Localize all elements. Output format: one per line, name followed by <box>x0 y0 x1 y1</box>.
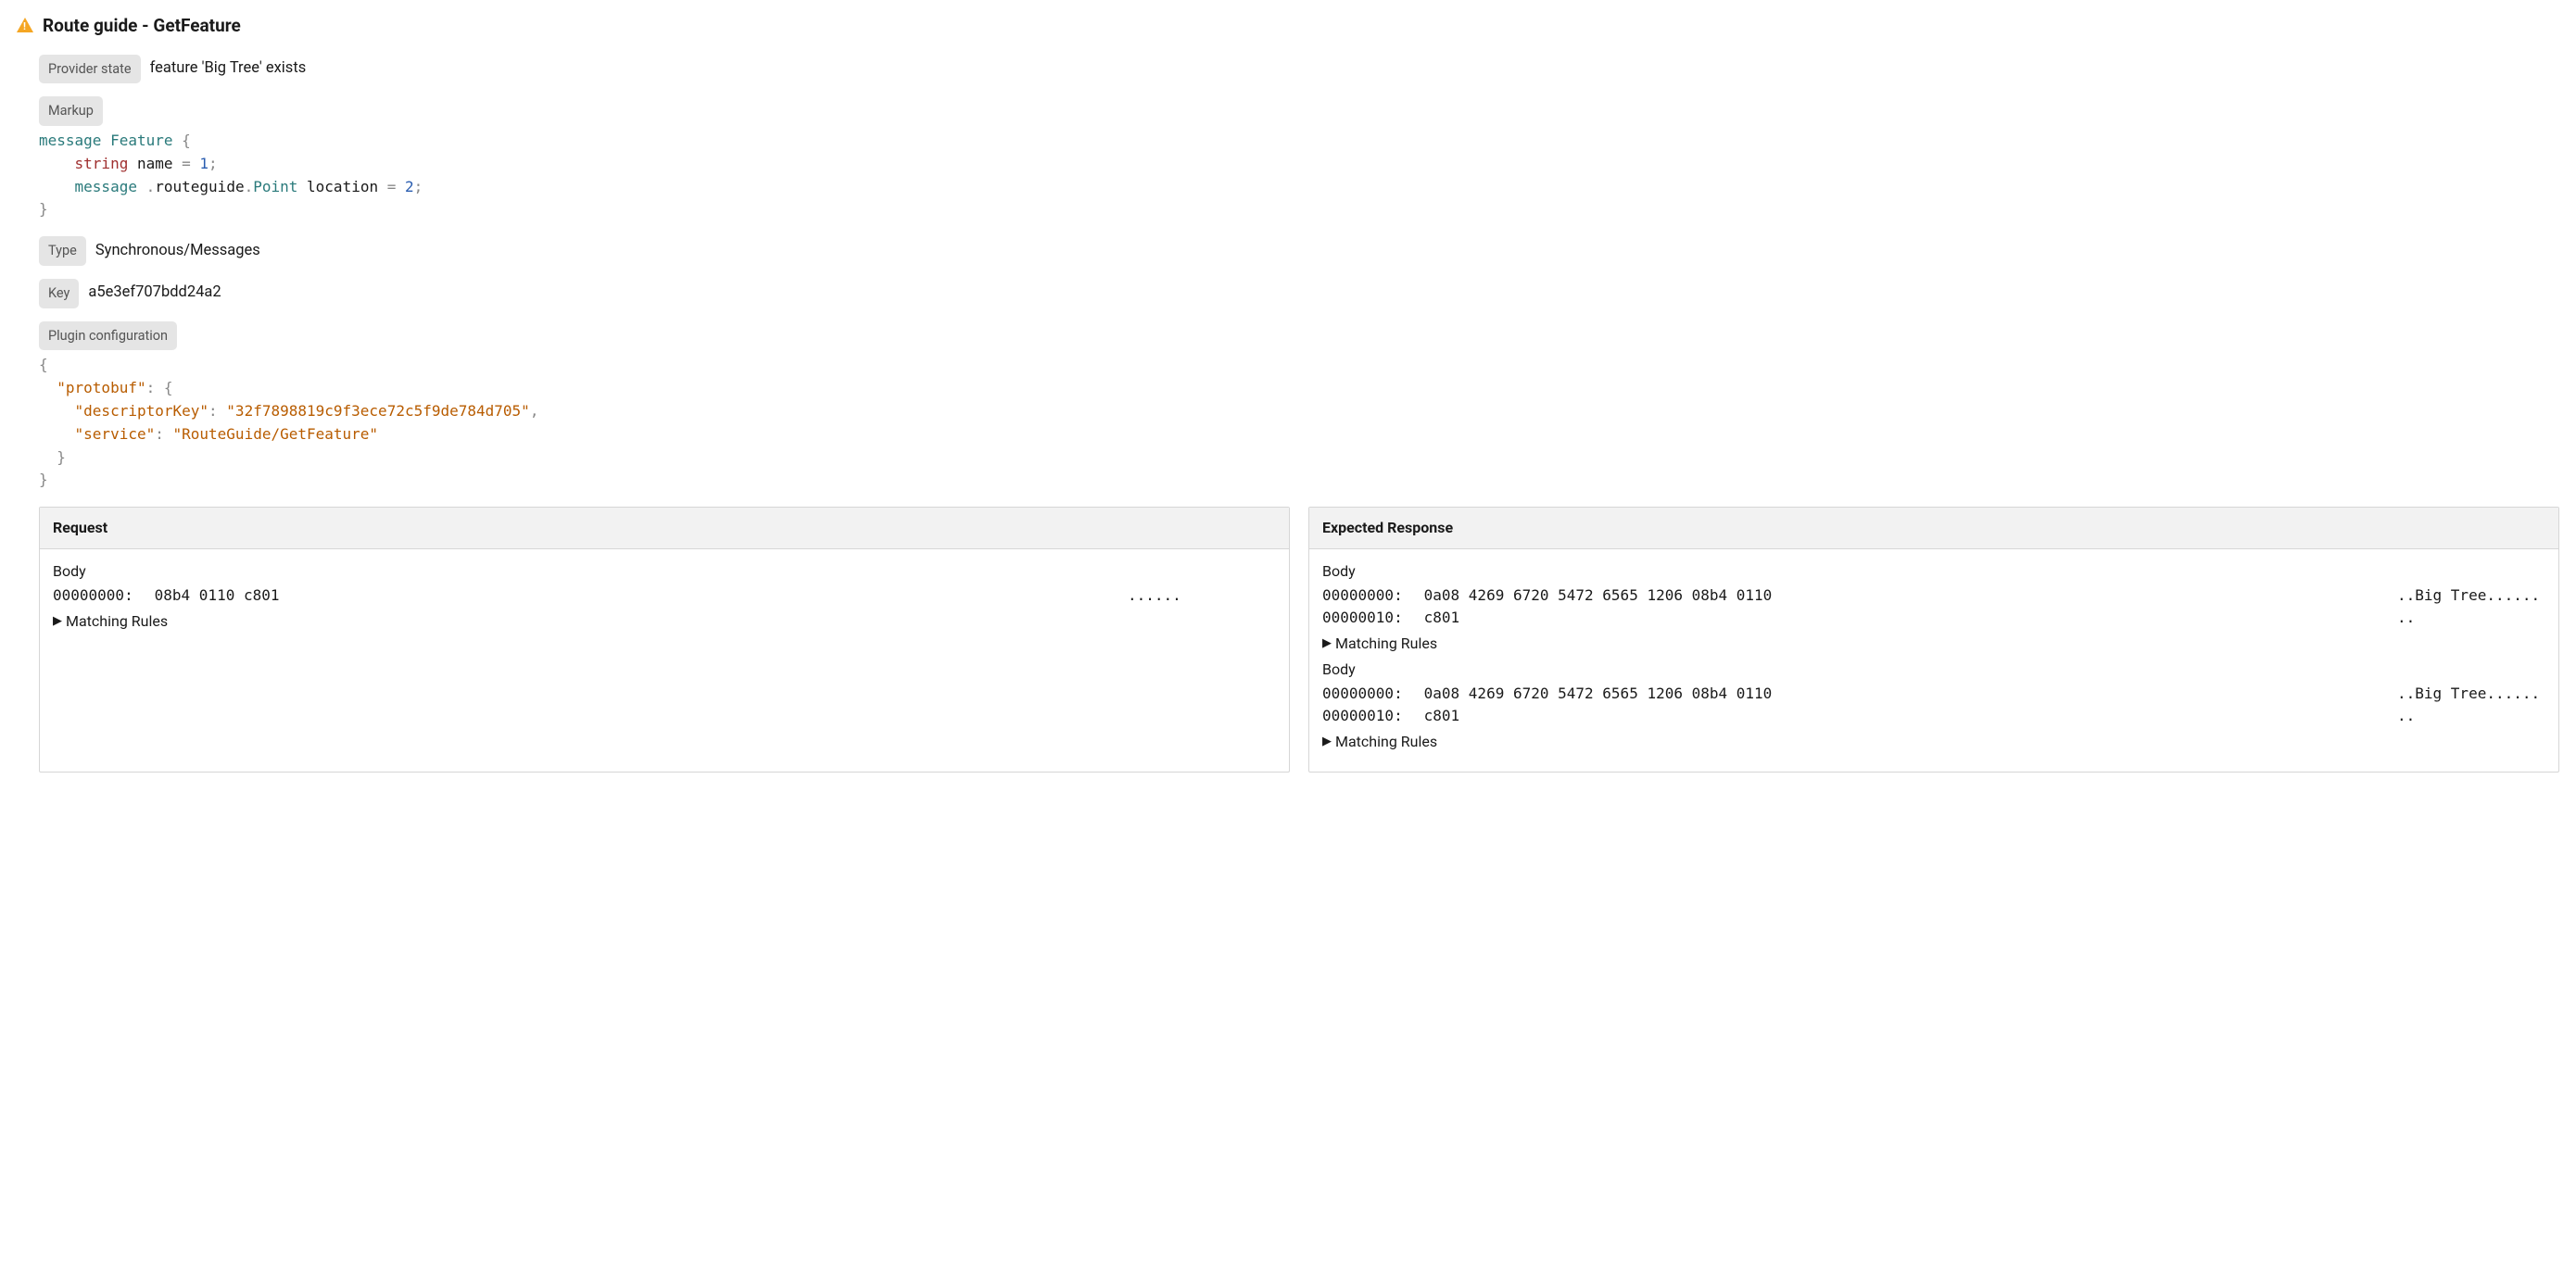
markup-label-row: Markup <box>39 96 2559 126</box>
markup-token: Point <box>253 178 297 195</box>
hex-offset: 00000010: <box>1322 607 1415 629</box>
markup-token: name <box>137 155 173 172</box>
request-panel: Request Body 00000000: 08b4 0110 c801 ..… <box>39 507 1290 773</box>
json-token: : <box>208 402 226 420</box>
json-token <box>39 425 75 443</box>
markup-token: = <box>173 155 200 172</box>
hex-row: 00000010: c801 .. <box>1322 705 2545 727</box>
hex-offset: 00000010: <box>1322 705 1415 727</box>
request-body-label: Body <box>53 560 1276 583</box>
response-panel-header: Expected Response <box>1309 508 2558 549</box>
provider-state-row: Provider state feature 'Big Tree' exists <box>39 55 2559 84</box>
key-value: a5e3ef707bdd24a2 <box>88 282 221 305</box>
plugin-config-label-row: Plugin configuration <box>39 321 2559 351</box>
hex-bytes: 08b4 0110 c801 <box>145 584 1128 607</box>
markup-token: message <box>75 178 137 195</box>
hex-row: 00000000: 0a08 4269 6720 5472 6565 1206 … <box>1322 584 2545 607</box>
warning-icon <box>17 18 33 32</box>
response-matching-rules-toggle[interactable]: ▶ Matching Rules <box>1322 633 2545 655</box>
json-token <box>39 448 57 466</box>
markup-token: message <box>39 132 101 149</box>
matching-rules-label: Matching Rules <box>1335 731 1437 753</box>
markup-token: 2 <box>405 178 414 195</box>
request-response-columns: Request Body 00000000: 08b4 0110 c801 ..… <box>39 507 2559 773</box>
hex-bytes: c801 <box>1415 607 2397 629</box>
provider-state-value: feature 'Big Tree' exists <box>150 57 307 81</box>
response-body-label: Body <box>1322 659 2545 681</box>
response-panel: Expected Response Body 00000000: 0a08 42… <box>1308 507 2559 773</box>
markup-token: { <box>173 132 191 149</box>
hex-ascii: .. <box>2397 607 2545 629</box>
key-badge: Key <box>39 279 79 308</box>
hex-row: 00000010: c801 .. <box>1322 607 2545 629</box>
matching-rules-label: Matching Rules <box>1335 633 1437 655</box>
markup-token: string <box>75 155 129 172</box>
hex-bytes: c801 <box>1415 705 2397 727</box>
type-value: Synchronous/Messages <box>95 240 260 263</box>
request-matching-rules-toggle[interactable]: ▶ Matching Rules <box>53 610 1276 633</box>
request-panel-header: Request <box>40 508 1289 549</box>
type-badge: Type <box>39 236 86 266</box>
json-token: "32f7898819c9f3ece72c5f9de784d705" <box>226 402 530 420</box>
plugin-config-json: { "protobuf": { "descriptorKey": "32f789… <box>39 354 2559 492</box>
hex-offset: 00000000: <box>1322 683 1415 705</box>
json-token: } <box>39 471 48 488</box>
markup-token: routeguide <box>155 178 244 195</box>
json-token: { <box>39 356 48 373</box>
markup-token: } <box>39 200 48 218</box>
hex-row: 00000000: 0a08 4269 6720 5472 6565 1206 … <box>1322 683 2545 705</box>
markup-token: location <box>307 178 378 195</box>
triangle-right-icon: ▶ <box>1322 733 1332 751</box>
markup-token: . <box>146 178 156 195</box>
response-body-label: Body <box>1322 560 2545 583</box>
markup-token <box>39 155 75 172</box>
provider-state-badge: Provider state <box>39 55 141 84</box>
json-token <box>39 379 57 396</box>
matching-rules-label: Matching Rules <box>66 610 168 633</box>
hex-ascii: ..Big Tree...... <box>2397 683 2545 705</box>
json-token: "RouteGuide/GetFeature" <box>173 425 379 443</box>
key-row: Key a5e3ef707bdd24a2 <box>39 279 2559 308</box>
hex-row: 00000000: 08b4 0110 c801 ...... <box>53 584 1276 607</box>
markup-token: Feature <box>110 132 172 149</box>
hex-ascii: ..Big Tree...... <box>2397 584 2545 607</box>
markup-badge: Markup <box>39 96 103 126</box>
json-token: { <box>164 379 173 396</box>
type-row: Type Synchronous/Messages <box>39 236 2559 266</box>
hex-offset: 00000000: <box>53 584 145 607</box>
hex-bytes: 0a08 4269 6720 5472 6565 1206 08b4 0110 <box>1415 683 2397 705</box>
page-title: Route guide - GetFeature <box>43 13 241 40</box>
json-token: "protobuf" <box>57 379 145 396</box>
markup-token: ; <box>208 155 218 172</box>
json-token: } <box>57 448 66 466</box>
hex-bytes: 0a08 4269 6720 5472 6565 1206 08b4 0110 <box>1415 584 2397 607</box>
markup-token: 1 <box>199 155 208 172</box>
hex-ascii: ...... <box>1128 584 1276 607</box>
markup-token: . <box>245 178 254 195</box>
hex-ascii: .. <box>2397 705 2545 727</box>
markup-token: ; <box>414 178 423 195</box>
response-matching-rules-toggle[interactable]: ▶ Matching Rules <box>1322 731 2545 753</box>
json-token: : <box>146 379 164 396</box>
json-token: "service" <box>75 425 156 443</box>
request-panel-body: Body 00000000: 08b4 0110 c801 ...... ▶ M… <box>40 549 1289 651</box>
triangle-right-icon: ▶ <box>53 612 62 631</box>
json-token: , <box>530 402 539 420</box>
response-panel-body: Body 00000000: 0a08 4269 6720 5472 6565 … <box>1309 549 2558 772</box>
json-token: "descriptorKey" <box>75 402 209 420</box>
markup-token: = <box>378 178 405 195</box>
plugin-config-badge: Plugin configuration <box>39 321 177 351</box>
markup-code-block: message Feature { string name = 1; messa… <box>39 130 2559 221</box>
json-token: : <box>155 425 172 443</box>
json-token <box>39 402 75 420</box>
page-header: Route guide - GetFeature <box>17 13 2559 40</box>
triangle-right-icon: ▶ <box>1322 634 1332 653</box>
markup-token <box>39 178 75 195</box>
hex-offset: 00000000: <box>1322 584 1415 607</box>
